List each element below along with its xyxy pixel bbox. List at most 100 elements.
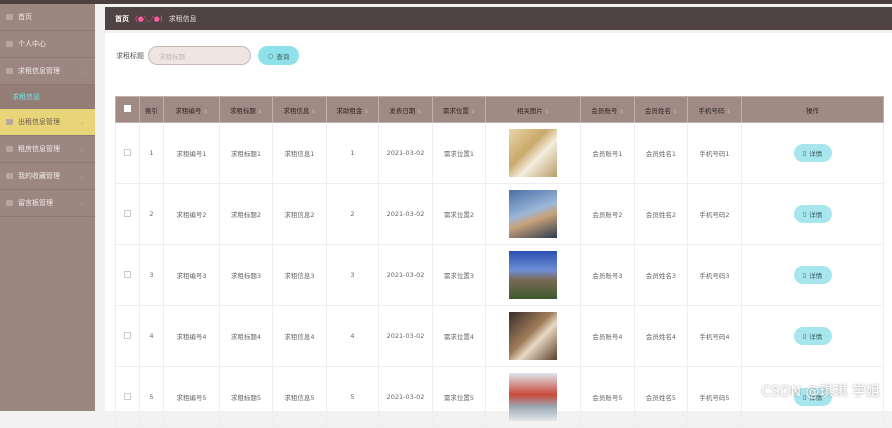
cell-code: 求租编号4 [163, 305, 220, 367]
sort-icon[interactable]: ⇕ [673, 109, 677, 115]
list-icon [6, 68, 13, 74]
column-header-label: 操作 [806, 106, 819, 115]
cell-date: 2021-03-02 [378, 183, 433, 245]
row-select-cell [115, 305, 140, 367]
detail-button[interactable]: ▯ 详情 [793, 205, 832, 223]
cell-account: 会员账号4 [580, 305, 635, 367]
row-select-cell [115, 122, 140, 184]
sidebar-item-label: 我的收藏管理 [18, 172, 60, 180]
sort-icon[interactable]: ⇕ [364, 109, 368, 115]
cell-title: 求租标题3 [219, 244, 273, 306]
cell-actions: ▯ 详情 [741, 122, 884, 184]
cell-account: 会员账号5 [580, 366, 635, 428]
home-icon [6, 14, 13, 20]
sidebar-item-label: 求租信息管理 [18, 67, 60, 75]
cell-image [485, 244, 581, 306]
house-photo[interactable] [509, 373, 557, 421]
column-header-label: 求租信息 [283, 106, 310, 115]
cell-info: 求租信息1 [272, 122, 327, 184]
sidebar-item-1[interactable]: 个人中心 [0, 31, 95, 58]
sort-icon[interactable]: ⇕ [619, 109, 623, 115]
cell-index: 2 [139, 183, 164, 245]
cell-code: 求租编号1 [163, 122, 220, 184]
detail-button-label: 详情 [809, 333, 823, 341]
select-all-cell [115, 96, 140, 123]
search-input[interactable]: 求租标题 [148, 46, 251, 65]
watermark: CSDN @琪琪 学姐 [761, 384, 880, 400]
column-header[interactable]: 会员账号 ⇕ [580, 96, 635, 123]
sidebar-item-6[interactable]: 我的收藏管理 ⌄ [0, 163, 95, 190]
sidebar-item-0[interactable]: 首页 [0, 4, 95, 31]
row-checkbox[interactable] [124, 209, 131, 217]
column-header[interactable]: 求租编号 ⇕ [163, 96, 220, 123]
sort-icon[interactable]: ⇕ [471, 109, 475, 115]
column-header[interactable]: 手机号码 ⇕ [687, 96, 742, 123]
sort-icon[interactable]: ⇕ [726, 109, 730, 115]
column-header: 索引 [139, 96, 164, 123]
detail-button-label: 详情 [809, 272, 823, 280]
cell-account: 会员账号3 [580, 244, 635, 306]
search-icon: ○ [267, 51, 274, 60]
row-checkbox[interactable] [124, 148, 131, 156]
cell-location: 需求位置5 [432, 366, 486, 428]
house-photo[interactable] [509, 129, 557, 177]
cell-info: 求租信息3 [272, 244, 327, 306]
column-header[interactable]: 发表日期 ⇕ [378, 96, 433, 123]
house-photo[interactable] [509, 312, 557, 360]
cell-index: 4 [139, 305, 164, 367]
row-select-cell [115, 183, 140, 245]
column-header-label: 索引 [145, 106, 158, 115]
column-header[interactable]: 会员姓名 ⇕ [634, 96, 688, 123]
cell-title: 求租标题5 [219, 366, 273, 428]
cell-title: 求租标题2 [219, 183, 273, 245]
detail-button[interactable]: ▯ 详情 [793, 327, 832, 345]
column-header-label: 会员姓名 [644, 106, 671, 115]
sidebar-item-label: 留言板管理 [18, 199, 53, 207]
column-header[interactable]: 求租标题 ⇕ [219, 96, 273, 123]
row-checkbox[interactable] [124, 270, 131, 278]
cell-index: 1 [139, 122, 164, 184]
detail-button-label: 详情 [809, 211, 823, 219]
house-photo[interactable] [509, 251, 557, 299]
breadcrumb-home[interactable]: 首页 [115, 14, 129, 24]
detail-button[interactable]: ▯ 详情 [793, 144, 832, 162]
search-label: 求租标题 [116, 52, 144, 60]
house-photo[interactable] [509, 190, 557, 238]
settings-icon [6, 119, 13, 125]
cell-title: 求租标题1 [219, 122, 273, 184]
column-header[interactable]: 求助租金 ⇕ [326, 96, 379, 123]
cell-code: 求租编号3 [163, 244, 220, 306]
select-all-checkbox[interactable] [124, 105, 131, 112]
detail-button[interactable]: ▯ 详情 [793, 266, 832, 284]
cell-phone: 手机号码2 [687, 183, 742, 245]
document-icon: ▯ [802, 271, 807, 279]
column-header[interactable]: 相关图片 ⇕ [485, 96, 581, 123]
search-button[interactable]: ○ 查询 [258, 46, 299, 65]
sidebar-item-label: 租房信息管理 [18, 145, 60, 153]
column-header-label: 相关图片 [516, 106, 543, 115]
list-icon [6, 146, 13, 152]
sort-icon[interactable]: ⇕ [545, 109, 549, 115]
sidebar-item-4[interactable]: 出租信息管理 ⌄ [0, 109, 95, 136]
chevron-down-icon: ⌄ [79, 145, 85, 153]
cell-date: 2021-03-02 [378, 122, 433, 184]
sidebar-item-label: 首页 [18, 13, 32, 21]
column-header[interactable]: 需求位置 ⇕ [432, 96, 486, 123]
sidebar-item-2[interactable]: 求租信息管理 ⌄ [0, 58, 95, 85]
row-checkbox[interactable] [124, 331, 131, 339]
sidebar-item-7[interactable]: 留言板管理 ⌄ [0, 190, 95, 217]
sidebar-item-3[interactable]: 求租信息 [0, 85, 95, 109]
sort-icon[interactable]: ⇕ [258, 109, 262, 115]
top-strip [0, 0, 892, 4]
sidebar-item-5[interactable]: 租房信息管理 ⌄ [0, 136, 95, 163]
column-header[interactable]: 求租信息 ⇕ [272, 96, 327, 123]
cell-image [485, 305, 581, 367]
sort-icon[interactable]: ⇕ [311, 109, 315, 115]
sidebar-item-label: 个人中心 [18, 40, 46, 48]
sort-icon[interactable]: ⇕ [203, 109, 207, 115]
cell-actions: ▯ 详情 [741, 244, 884, 306]
sort-icon[interactable]: ⇕ [417, 109, 421, 115]
row-select-cell [115, 366, 140, 428]
row-checkbox[interactable] [124, 392, 131, 400]
cell-phone: 手机号码5 [687, 366, 742, 428]
